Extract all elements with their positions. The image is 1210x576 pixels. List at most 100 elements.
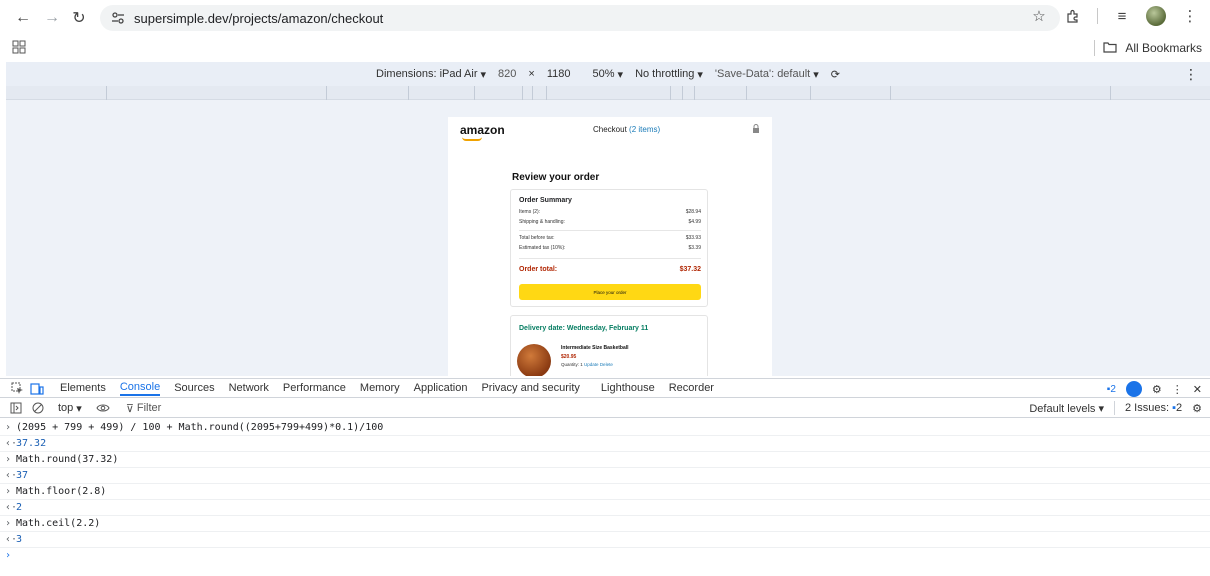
caret-down-icon: ▾ (697, 68, 703, 81)
sidebar-toggle-icon[interactable] (10, 402, 22, 414)
live-expression-eye-icon[interactable] (96, 403, 110, 413)
summary-row: Estimated tax (10%): $3.39 (519, 245, 701, 251)
issues-button[interactable]: 2 Issues: ▪2 (1125, 402, 1182, 414)
summary-label: Items (2): (519, 209, 541, 215)
result-arrow-icon: ‹· (5, 470, 18, 481)
times-symbol: × (528, 68, 535, 80)
device-dimensions-label: Dimensions: iPad Air (376, 68, 478, 80)
input-prompt-icon: › (5, 422, 12, 433)
device-toolbar: Dimensions: iPad Air ▾ 820 × 1180 50% ▾ … (6, 62, 1210, 86)
update-quantity-link[interactable]: Update (584, 362, 599, 367)
console-result-row: ‹· 37.32 (0, 436, 1210, 452)
all-bookmarks-link[interactable]: All Bookmarks (1125, 41, 1202, 55)
throttling-select[interactable]: No throttling ▾ (635, 68, 703, 81)
toolbar-divider (1114, 401, 1115, 415)
forward-icon[interactable]: → (41, 7, 63, 29)
result-arrow-icon: ‹· (5, 438, 18, 449)
rotate-icon[interactable]: ⟳ (831, 68, 840, 81)
console-result-row: ‹· 2 (0, 500, 1210, 516)
reading-list-icon[interactable]: ≡ (1112, 6, 1132, 26)
checkout-item-count-link[interactable]: (2 items) (629, 125, 660, 134)
context-value: top (58, 402, 74, 414)
site-settings-icon[interactable] (110, 10, 126, 26)
order-total-row: Order total: $37.32 (519, 266, 701, 273)
result-arrow-icon: ‹· (5, 502, 18, 513)
summary-value: $33.93 (685, 235, 701, 241)
address-bar[interactable]: supersimple.dev/projects/amazon/checkout (100, 5, 1060, 31)
filter-placeholder: Filter (136, 402, 162, 414)
product-quantity: Quantity: 1 Update Delete (561, 362, 613, 367)
caret-down-icon: ▾ (813, 68, 819, 81)
log-levels-select[interactable]: Default levels ▾ (1029, 402, 1104, 415)
width-input[interactable]: 820 (498, 68, 516, 80)
devtools-more-icon[interactable]: ⋮ (1172, 383, 1183, 396)
delete-quantity-link[interactable]: Delete (600, 362, 613, 367)
summary-divider (519, 258, 701, 259)
message-count: 2 (1110, 383, 1116, 395)
console-settings-gear-icon[interactable]: ⚙ (1192, 402, 1202, 415)
zoom-select[interactable]: 50% ▾ (593, 68, 624, 81)
save-data-select[interactable]: 'Save-Data': default ▾ (715, 68, 819, 81)
console-input-row: › Math.round(37.32) (0, 452, 1210, 468)
tab-performance[interactable]: Performance (283, 382, 346, 394)
console-toolbar: top ▾ ⊽ Filter Default levels ▾ 2 Issues… (0, 399, 1210, 418)
summary-divider (519, 230, 701, 231)
console-input-text[interactable]: Math.floor(2.8) (16, 486, 106, 497)
tab-network[interactable]: Network (229, 382, 269, 394)
device-toggle-icon[interactable] (28, 379, 46, 397)
console-result-row: ‹· 3 (0, 532, 1210, 548)
tab-application[interactable]: Application (414, 382, 468, 394)
url-text: supersimple.dev/projects/amazon/checkout (134, 10, 384, 26)
filter-input[interactable]: ⊽ Filter (126, 402, 162, 415)
reload-icon[interactable]: ↻ (68, 7, 90, 29)
console-input-text[interactable]: Math.round(37.32) (16, 454, 118, 465)
tab-recorder[interactable]: Recorder (669, 382, 714, 394)
device-toolbar-more-icon[interactable]: ⋮ (1184, 66, 1198, 83)
caret-down-icon: ▾ (76, 402, 82, 415)
summary-value: $4.99 (688, 219, 701, 225)
bookmark-star-icon[interactable]: ☆ (1029, 6, 1049, 26)
tab-sources[interactable]: Sources (174, 382, 214, 394)
devtools-tab-strip: Elements Console Sources Network Perform… (0, 378, 1210, 398)
chrome-menu-icon[interactable]: ⋮ (1180, 6, 1200, 26)
tab-elements[interactable]: Elements (60, 382, 106, 394)
caret-down-icon: ▾ (480, 68, 487, 81)
extensions-icon[interactable] (1063, 6, 1083, 26)
summary-row: Total before tax: $33.93 (519, 235, 701, 241)
tab-console[interactable]: Console (119, 381, 161, 396)
ai-assistance-icon[interactable] (1125, 381, 1142, 397)
height-input[interactable]: 1180 (547, 68, 571, 80)
quantity-label: Quantity: 1 (561, 362, 583, 367)
folder-icon (1103, 41, 1117, 56)
console-result-text: 37 (16, 470, 29, 481)
tab-lighthouse[interactable]: Lighthouse (601, 382, 655, 394)
place-order-button[interactable]: Place your order (519, 284, 701, 300)
settings-gear-icon[interactable]: ⚙ (1152, 383, 1162, 396)
caret-down-icon: ▾ (1098, 402, 1104, 415)
checkout-title-text: Checkout (593, 125, 627, 134)
emulated-viewport: amazon Checkout (2 items) Review your or… (6, 100, 1210, 376)
browser-toolbar: ← → ↻ supersimple.dev/projects/amazon/ch… (0, 0, 1210, 36)
console-input-text[interactable]: Math.ceil(2.2) (16, 518, 100, 529)
console-input-text[interactable]: (2095 + 799 + 499) / 100 + Math.round((2… (16, 422, 383, 433)
clear-console-icon[interactable] (32, 402, 44, 414)
messages-badge[interactable]: ▪2 (1107, 384, 1116, 395)
profile-avatar[interactable] (1146, 6, 1166, 26)
back-icon[interactable]: ← (12, 7, 34, 29)
product-image (517, 344, 551, 376)
console-prompt-input[interactable]: › (0, 548, 1210, 564)
tab-privacy-security[interactable]: Privacy and security (481, 382, 579, 394)
close-devtools-icon[interactable]: ✕ (1193, 383, 1202, 396)
inspect-element-icon[interactable] (8, 379, 26, 397)
device-select[interactable]: Dimensions: iPad Air ▾ (376, 68, 486, 81)
caret-down-icon: ▾ (617, 68, 624, 81)
amazon-logo[interactable]: amazon (460, 123, 505, 137)
lock-icon (752, 124, 760, 135)
tab-memory[interactable]: Memory (360, 382, 400, 394)
input-prompt-icon: › (5, 454, 12, 465)
summary-label: Total before tax: (519, 235, 555, 241)
apps-grid-icon[interactable] (12, 40, 26, 57)
context-select[interactable]: top ▾ (58, 402, 82, 415)
product-price: $20.95 (561, 354, 577, 360)
summary-row: Items (2): $28.94 (519, 209, 701, 215)
